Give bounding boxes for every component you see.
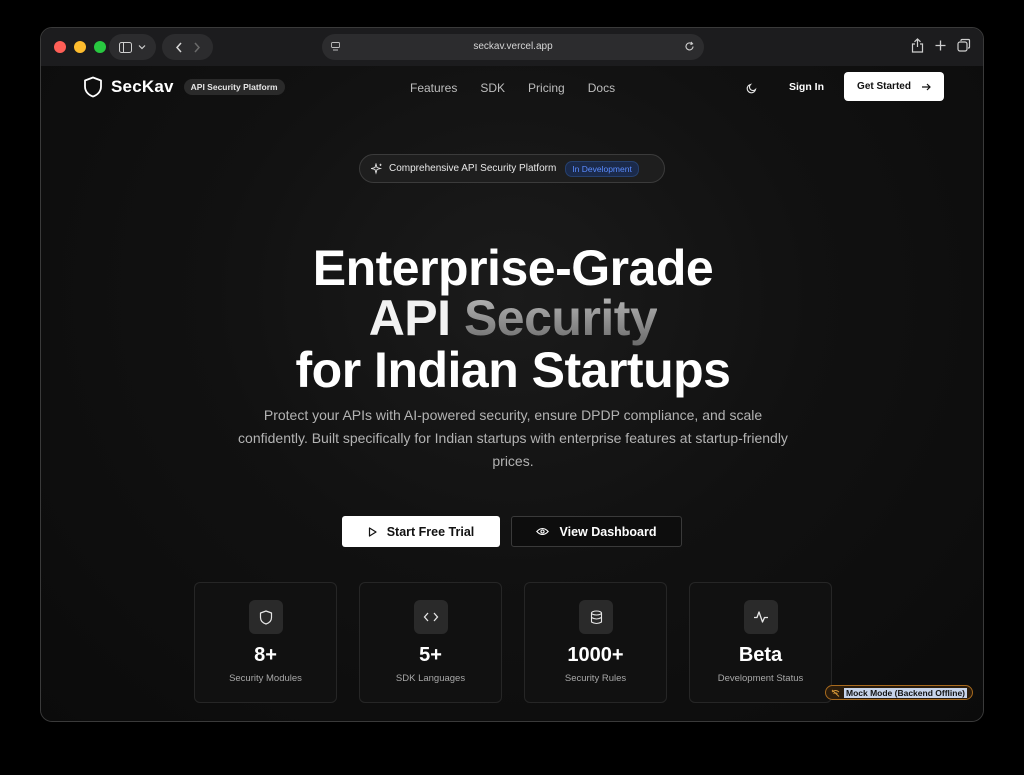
headline-security: Security [463, 290, 658, 346]
sign-in-link[interactable]: Sign In [789, 81, 824, 93]
shield-logo-icon [84, 76, 102, 98]
stat-card: 8+ Security Modules [194, 582, 337, 703]
stat-card: Beta Development Status [689, 582, 832, 703]
new-tab-icon[interactable] [934, 38, 947, 53]
stat-icon-wrap [414, 600, 448, 634]
eye-icon [536, 527, 550, 536]
minimize-window-button[interactable] [74, 41, 86, 53]
nav-link-pricing[interactable]: Pricing [528, 81, 565, 95]
sidebar-toggle-button[interactable] [109, 34, 156, 60]
primary-nav: Features SDK Pricing Docs [410, 81, 615, 95]
code-icon [423, 612, 439, 622]
stat-label: Security Modules [229, 673, 302, 684]
stat-value: Beta [738, 644, 783, 666]
start-free-trial-button[interactable]: Start Free Trial [342, 516, 500, 547]
start-free-trial-label: Start Free Trial [386, 524, 475, 539]
nav-link-features[interactable]: Features [410, 81, 457, 95]
reload-icon[interactable] [684, 41, 695, 52]
hero-chip-text: Comprehensive API Security Platform [389, 163, 557, 174]
stat-icon-wrap [744, 600, 778, 634]
stat-value: 8+ [254, 644, 277, 666]
sparkles-icon [371, 162, 383, 175]
hero-chip: Comprehensive API Security Platform In D… [359, 154, 665, 183]
brand[interactable]: SecKav API Security Platform [83, 76, 285, 98]
stat-card: 5+ SDK Languages [359, 582, 502, 703]
nav-link-docs[interactable]: Docs [588, 81, 615, 95]
brand-name: SecKav [111, 77, 174, 96]
stat-label: SDK Languages [395, 673, 466, 684]
tab-overview-icon[interactable] [957, 38, 971, 53]
site-header: SecKav API Security Platform Features SD… [41, 66, 983, 110]
history-nav [162, 34, 213, 60]
address-bar[interactable]: seckav.vercel.app [322, 34, 704, 60]
arrow-right-icon [921, 83, 931, 90]
stat-label: Development Status [717, 673, 804, 684]
url-text: seckav.vercel.app [473, 41, 553, 52]
stats-grid: 8+ Security Modules 5+ SDK Languages 100… [194, 582, 832, 703]
view-dashboard-button[interactable]: View Dashboard [511, 516, 682, 547]
mock-mode-text: Mock Mode (Backend Offline) [843, 687, 967, 698]
nav-link-sdk[interactable]: SDK [480, 81, 505, 95]
get-started-label: Get Started [857, 81, 911, 92]
headline-line-1: Enterprise-Grade [312, 240, 714, 296]
stat-value: 5+ [419, 644, 442, 666]
status-badge: In Development [565, 160, 639, 177]
headline-line-2: API Security [41, 290, 983, 346]
forward-icon[interactable] [193, 42, 201, 53]
headline-line-3: for Indian Startups [295, 342, 731, 398]
share-icon[interactable] [911, 38, 924, 53]
hero-subtitle: Protect your APIs with AI-powered securi… [238, 407, 788, 469]
play-icon [368, 526, 377, 537]
maximize-window-button[interactable] [94, 41, 106, 53]
activity-icon [754, 611, 768, 623]
stat-value: 1000+ [567, 644, 624, 666]
browser-toolbar: seckav.vercel.app [41, 28, 983, 66]
database-icon [590, 609, 602, 624]
view-dashboard-label: View Dashboard [559, 524, 657, 539]
stat-icon-wrap [579, 600, 613, 634]
headline-api: API [368, 290, 464, 346]
get-started-button[interactable]: Get Started [844, 72, 944, 101]
stat-icon-wrap [249, 600, 283, 634]
stat-card: 1000+ Security Rules [524, 582, 667, 703]
close-window-button[interactable] [54, 41, 66, 53]
page-content: SecKav API Security Platform Features SD… [41, 66, 983, 721]
chevron-down-icon [138, 45, 146, 50]
wifi-off-icon [831, 689, 840, 697]
window-controls [54, 41, 106, 53]
browser-actions [911, 38, 971, 53]
stat-label: Security Rules [564, 673, 627, 684]
brand-badge: API Security Platform [183, 79, 285, 95]
mock-mode-badge[interactable]: Mock Mode (Backend Offline) [825, 685, 973, 700]
sidebar-icon [119, 41, 132, 53]
browser-window: seckav.vercel.app SecKav API Security Pl… [40, 27, 984, 722]
back-icon[interactable] [175, 42, 183, 53]
shield-icon [259, 609, 273, 625]
moon-icon[interactable] [746, 82, 758, 94]
